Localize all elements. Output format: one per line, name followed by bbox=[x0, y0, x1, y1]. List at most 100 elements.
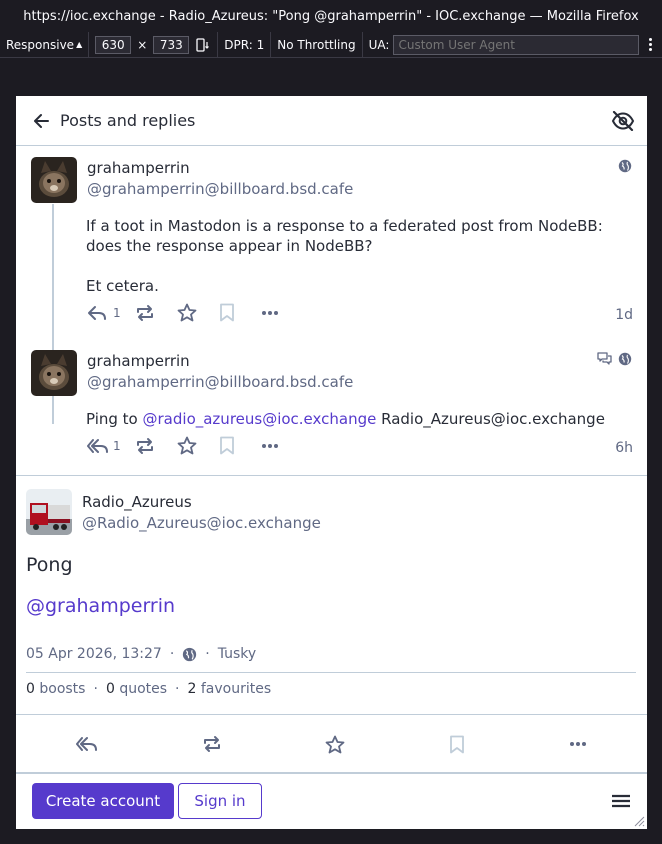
bookmark-button[interactable] bbox=[219, 303, 261, 322]
status-meta: 05 Apr 2026, 13:27 · · Tusky bbox=[26, 646, 636, 662]
toggle-hidden-button[interactable] bbox=[611, 110, 635, 131]
avatar[interactable] bbox=[26, 489, 72, 535]
status-date[interactable]: 05 Apr 2026, 13:27 bbox=[26, 646, 162, 662]
more-icon[interactable] bbox=[569, 741, 587, 747]
status-actions: 1 bbox=[87, 303, 279, 322]
status-2[interactable]: grahamperrin @grahamperrin@billboard.bsd… bbox=[16, 340, 647, 475]
focal-status: Radio_Azureus @Radio_Azureus@ioc.exchang… bbox=[16, 475, 647, 774]
user-agent-input[interactable] bbox=[393, 34, 640, 55]
globe-icon bbox=[618, 352, 632, 366]
boost-icon[interactable] bbox=[202, 735, 222, 753]
star-icon[interactable] bbox=[325, 735, 345, 754]
window-title-bar: https://ioc.exchange - Radio_Azureus: "P… bbox=[0, 0, 662, 32]
favourite-button[interactable] bbox=[177, 303, 219, 322]
back-button[interactable] bbox=[32, 112, 50, 130]
throttling-selector-label: No Throttling bbox=[277, 37, 356, 52]
bookmark-icon bbox=[220, 303, 234, 322]
display-name[interactable]: grahamperrin bbox=[87, 159, 353, 177]
focal-actions bbox=[16, 714, 647, 774]
menu-button[interactable] bbox=[611, 793, 631, 809]
separator: · bbox=[93, 681, 98, 697]
quotes-link[interactable]: 0 quotes bbox=[106, 681, 167, 697]
device-selector-label: Responsive bbox=[6, 37, 75, 52]
page-viewport: Posts and replies grahamperrin @grahampe… bbox=[16, 96, 647, 829]
boosts-link[interactable]: 0 boosts bbox=[26, 681, 85, 697]
more-icon bbox=[262, 310, 278, 315]
device-selector[interactable]: Responsive ▲ bbox=[0, 31, 90, 58]
avatar[interactable] bbox=[31, 350, 77, 396]
boosts-label: boosts bbox=[39, 681, 86, 697]
reply-all-icon[interactable] bbox=[75, 736, 98, 752]
account-handle[interactable]: @Radio_Azureus@ioc.exchange bbox=[82, 514, 321, 532]
reply-count: 1 bbox=[113, 438, 121, 453]
favourites-label: favourites bbox=[200, 681, 272, 697]
account-handle[interactable]: @grahamperrin@billboard.bsd.cafe bbox=[87, 180, 353, 198]
quotes-count: 0 bbox=[105, 681, 115, 697]
column-header: Posts and replies bbox=[16, 96, 647, 146]
reply-icon bbox=[88, 305, 106, 320]
favourites-link[interactable]: 2 favourites bbox=[188, 681, 272, 697]
viewport-height-input[interactable]: 733 bbox=[153, 35, 190, 54]
throttling-selector[interactable]: No Throttling bbox=[271, 31, 363, 58]
content-paragraph: If a toot in Mastodon is a response to a… bbox=[86, 217, 603, 255]
reply-all-icon bbox=[87, 438, 108, 453]
display-name[interactable]: grahamperrin bbox=[87, 352, 353, 370]
display-name[interactable]: Radio_Azureus bbox=[82, 493, 321, 511]
rotate-icon[interactable] bbox=[195, 37, 211, 52]
status-content: Ping to @radio_azureus@ioc.exchange Radi… bbox=[86, 409, 626, 429]
sign-in-button[interactable]: Sign in bbox=[178, 783, 262, 819]
status-content: Pong @grahamperrin bbox=[26, 554, 175, 617]
more-button[interactable] bbox=[261, 443, 279, 449]
bookmark-icon bbox=[220, 436, 234, 455]
boost-icon bbox=[137, 304, 153, 321]
favourite-button[interactable] bbox=[177, 436, 219, 455]
reply-button[interactable]: 1 bbox=[87, 305, 135, 321]
content-text: Ping to bbox=[86, 410, 143, 428]
column-title: Posts and replies bbox=[60, 111, 196, 130]
dpr-selector[interactable]: DPR: 1 bbox=[218, 31, 272, 58]
reply-all-button[interactable]: 1 bbox=[87, 438, 135, 454]
mention-link[interactable]: @grahamperrin bbox=[26, 595, 175, 617]
create-account-button[interactable]: Create account bbox=[32, 783, 174, 819]
ua-label: UA: bbox=[368, 37, 390, 52]
status-content: If a toot in Mastodon is a response to a… bbox=[86, 216, 606, 296]
star-icon bbox=[177, 303, 197, 322]
resize-handle-icon[interactable] bbox=[633, 815, 645, 827]
status-counts: 0 boosts · 0 quotes · 2 favourites bbox=[26, 681, 271, 697]
boost-icon bbox=[137, 437, 153, 454]
separator: · bbox=[169, 646, 175, 662]
mention-link[interactable]: @radio_azureus@ioc.exchange bbox=[143, 410, 377, 428]
star-icon bbox=[177, 436, 197, 455]
arrow-left-icon bbox=[34, 113, 49, 128]
favourites-count: 2 bbox=[187, 681, 197, 697]
boosts-count: 0 bbox=[26, 681, 35, 697]
status-time[interactable]: 6h bbox=[615, 440, 633, 456]
more-icon bbox=[262, 443, 278, 448]
responsive-design-toolbar: Responsive ▲ 630 × 733 DPR: 1 No Throttl… bbox=[0, 31, 662, 58]
window-title: https://ioc.exchange - Radio_Azureus: "P… bbox=[23, 8, 639, 24]
avatar[interactable] bbox=[31, 157, 77, 203]
separator: · bbox=[205, 646, 210, 662]
divider bbox=[26, 672, 636, 673]
globe-icon bbox=[618, 159, 632, 173]
status-time[interactable]: 1d bbox=[615, 307, 633, 323]
reply-count: 1 bbox=[113, 305, 121, 320]
bookmark-button[interactable] bbox=[219, 436, 261, 455]
boost-button[interactable] bbox=[135, 304, 177, 322]
more-button[interactable] bbox=[261, 310, 279, 316]
menu-icon bbox=[612, 794, 630, 808]
chevron-updown-icon: ▲ bbox=[76, 40, 83, 49]
settings-icon[interactable] bbox=[649, 38, 652, 51]
account-handle[interactable]: @grahamperrin@billboard.bsd.cafe bbox=[87, 373, 353, 391]
boost-button[interactable] bbox=[135, 437, 177, 455]
bottom-bar: Create account Sign in bbox=[16, 772, 647, 829]
bookmark-icon[interactable] bbox=[449, 735, 465, 754]
viewport-width-input[interactable]: 630 bbox=[95, 35, 132, 54]
status-actions: 1 bbox=[87, 436, 279, 455]
status-1[interactable]: grahamperrin @grahamperrin@billboard.bsd… bbox=[16, 147, 647, 340]
app-name[interactable]: Tusky bbox=[218, 646, 257, 662]
separator: · bbox=[175, 681, 180, 697]
times-label: × bbox=[137, 37, 148, 52]
visibility-off-icon bbox=[611, 110, 635, 131]
dpr-selector-label: DPR: 1 bbox=[224, 37, 265, 52]
